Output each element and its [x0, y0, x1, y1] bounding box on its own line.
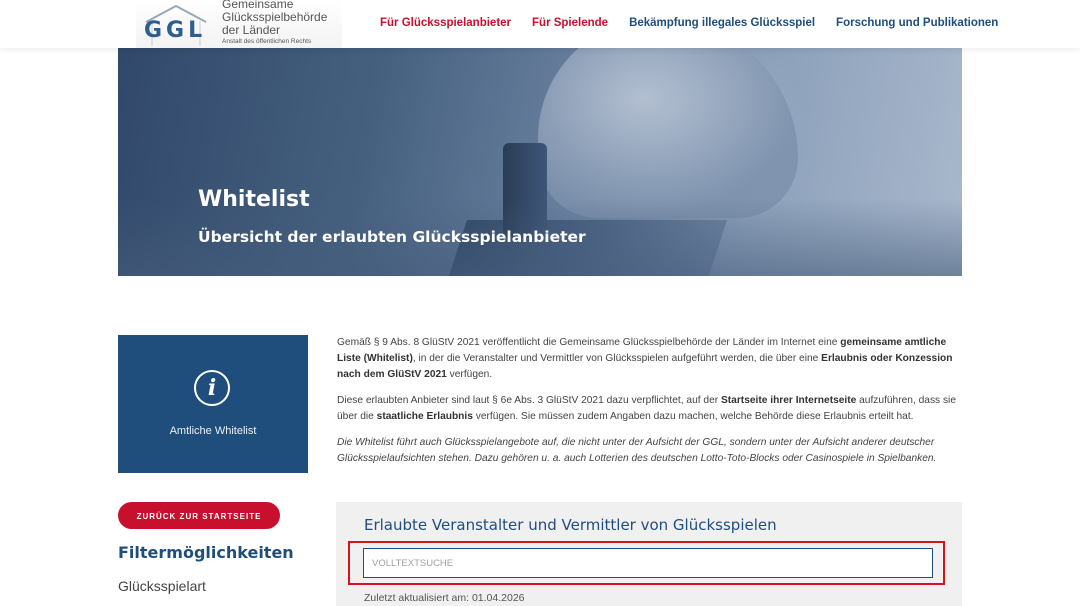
nav-fuer-gluecksspielanbieter[interactable]: Für Glücksspielanbieter [380, 17, 511, 29]
logo-line-3: der Länder [222, 23, 281, 37]
page-subtitle: Übersicht der erlaubten Glücksspielanbie… [198, 228, 586, 246]
main-nav: Für Glücksspielanbieter Für Spielende Be… [380, 17, 998, 29]
back-to-home-button[interactable]: ZURÜCK ZUR STARTSEITE [118, 502, 280, 529]
fulltext-search-input[interactable] [363, 548, 933, 578]
text-run: Gemäß § 9 Abs. 8 GlüStV 2021 veröffentli… [337, 337, 841, 348]
last-updated-text: Zuletzt aktualisiert am: 01.04.2026 [364, 592, 525, 604]
filter-heading: Filtermöglichkeiten [118, 543, 294, 562]
intro-text: Gemäß § 9 Abs. 8 GlüStV 2021 veröffentli… [337, 335, 962, 477]
hero-banner: Whitelist Übersicht der erlaubten Glücks… [118, 48, 962, 276]
amtliche-whitelist-card[interactable]: i Amtliche Whitelist [118, 335, 308, 473]
info-card-label: Amtliche Whitelist [169, 425, 257, 437]
logo-line-4: Anstalt des öffentlichen Rechts [222, 38, 312, 45]
text-run: , in der die Veranstalter und Vermittler… [412, 353, 822, 364]
hero-hand-image [538, 48, 798, 218]
ggl-logo[interactable]: GGL Gemeinsame Glücksspielbehörde der Lä… [136, 0, 342, 48]
logo-letters: GGL [144, 18, 207, 43]
logo-wordmark: Gemeinsame Glücksspielbehörde der Länder… [222, 0, 327, 46]
intro-paragraph-2: Diese erlaubten Anbieter sind laut § 6e … [337, 393, 962, 425]
text-emphasis: Startseite ihrer Internetseite [720, 395, 857, 406]
search-panel: Erlaubte Veranstalter und Vermittler von… [336, 502, 962, 606]
text-run: Diese erlaubten Anbieter sind laut § 6e … [337, 395, 721, 406]
nav-fuer-spielende[interactable]: Für Spielende [532, 17, 608, 29]
text-run: verfügen. [446, 369, 493, 380]
filter-item-gluecksspielart[interactable]: Glücksspielart [118, 578, 206, 594]
page-title: Whitelist [198, 187, 310, 212]
intro-paragraph-3: Die Whitelist führt auch Glücksspielange… [337, 437, 937, 464]
text-emphasis: staatliche Erlaubnis [376, 411, 473, 422]
search-panel-title: Erlaubte Veranstalter und Vermittler von… [364, 516, 777, 534]
text-run: verfügen. Sie müssen zudem Angaben dazu … [472, 411, 914, 422]
nav-bekaempfung-illegales-gluecksspiel[interactable]: Bekämpfung illegales Glücksspiel [629, 17, 815, 29]
info-icon: i [194, 370, 230, 406]
top-navigation-bar: GGL Gemeinsame Glücksspielbehörde der Lä… [0, 0, 1080, 48]
nav-forschung-und-publikationen[interactable]: Forschung und Publikationen [836, 17, 998, 29]
intro-paragraph-1: Gemäß § 9 Abs. 8 GlüStV 2021 veröffentli… [337, 335, 962, 383]
